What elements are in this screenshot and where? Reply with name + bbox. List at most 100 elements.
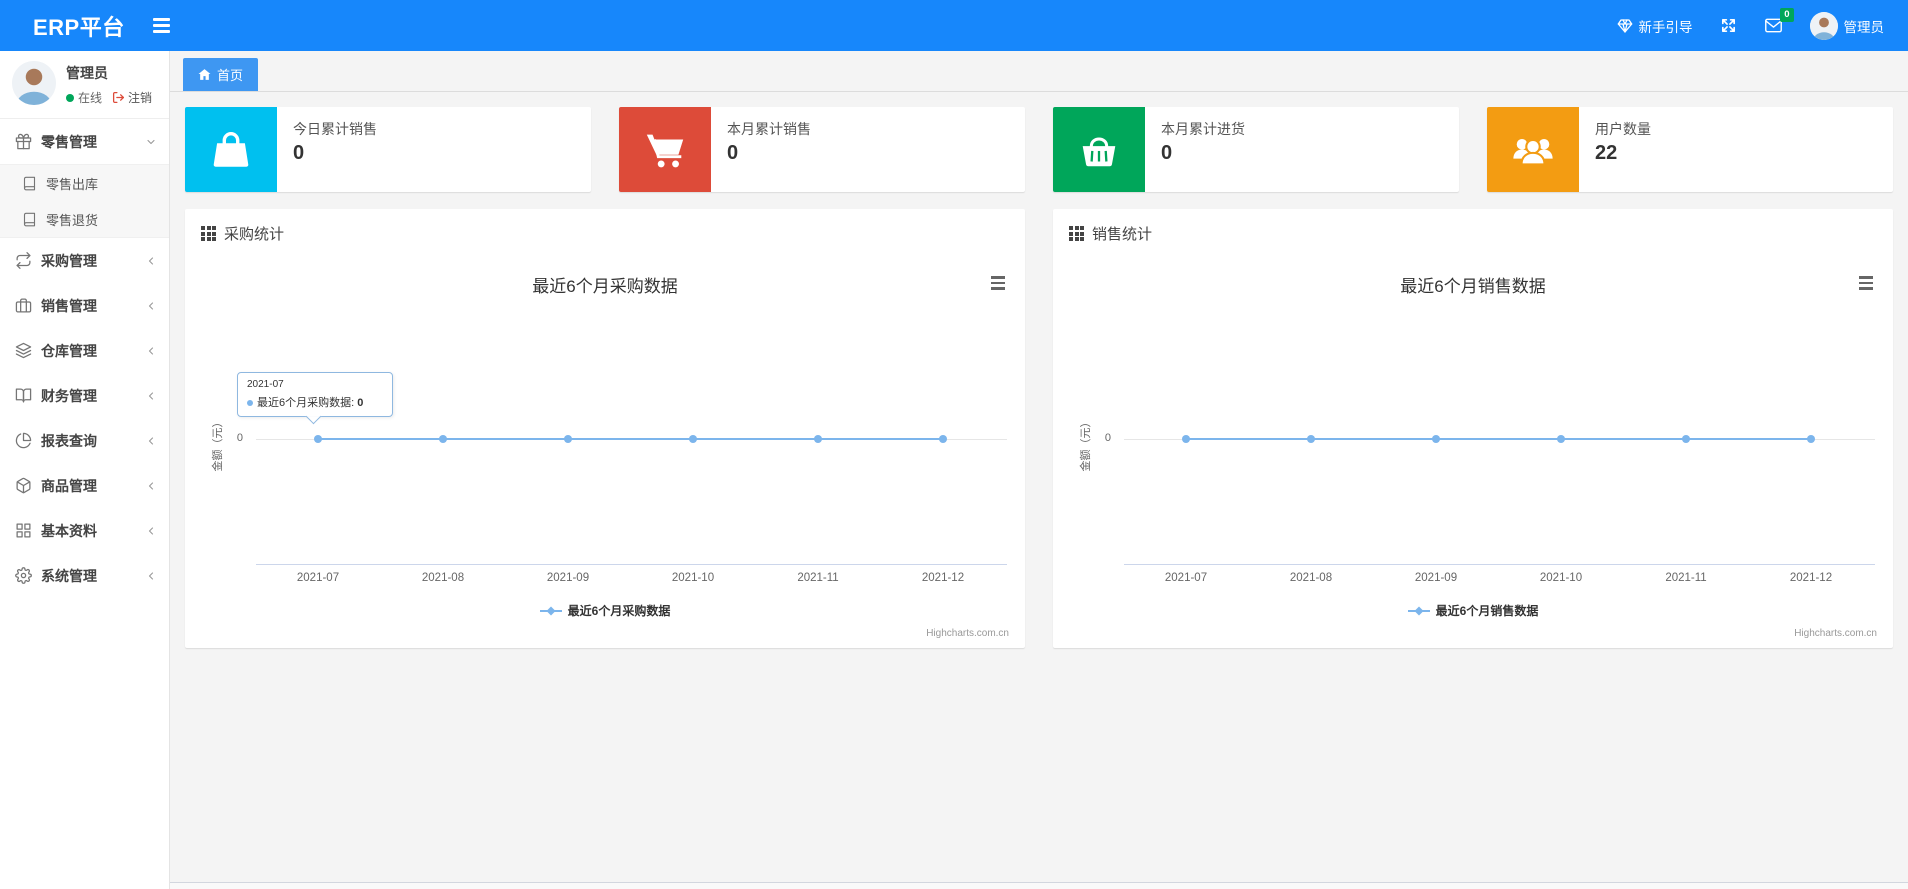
book-icon [23, 212, 36, 226]
top-navbar: ERP平台 新手引导 0 管理员 [0, 0, 1908, 51]
data-point[interactable] [314, 435, 322, 443]
sidebar-item-retail[interactable]: 零售管理 [0, 119, 169, 164]
panel-header: 销售统计 [1053, 209, 1893, 256]
legend-label: 最近6个月销售数据 [1435, 604, 1539, 618]
card-month-purchase[interactable]: 本月累计进货 0 [1053, 107, 1459, 192]
x-axis-label: 2021-12 [1789, 572, 1833, 584]
series-dot-icon [247, 400, 253, 406]
chevron-left-icon [148, 256, 154, 265]
chevron-left-icon [148, 391, 154, 400]
chevron-left-icon [148, 301, 154, 310]
data-point[interactable] [1432, 435, 1440, 443]
chart-credits: Highcharts.com.cn [1794, 628, 1877, 639]
data-point[interactable] [689, 435, 697, 443]
card-value: 22 [1595, 142, 1618, 164]
data-point[interactable] [1307, 435, 1315, 443]
logout-button[interactable]: 注销 [112, 89, 152, 106]
data-point[interactable] [1182, 435, 1190, 443]
chart-title: 最近6个月销售数据 [1400, 277, 1546, 296]
layers-icon [15, 342, 32, 359]
card-value: 0 [1161, 142, 1173, 164]
x-axis-line [1124, 564, 1875, 565]
x-axis-label: 2021-12 [921, 572, 965, 584]
username-label: 管理员 [1843, 19, 1885, 35]
expand-arrows-icon [1721, 18, 1735, 33]
online-status-dot [66, 93, 74, 102]
user-menu[interactable]: 管理员 [1809, 11, 1885, 40]
sidebar-item-basic-data[interactable]: 基本资料 [0, 508, 169, 553]
sidebar-toggle-icon[interactable] [147, 12, 176, 39]
y-axis-title: 金额（元） [1080, 416, 1092, 472]
card-value: 0 [727, 142, 739, 164]
data-point[interactable] [814, 435, 822, 443]
series-line [1186, 438, 1811, 440]
chart-context-menu-button[interactable] [1855, 272, 1877, 294]
sidebar-item-retail-outbound[interactable]: 零售出库 [0, 165, 169, 201]
sidebar-item-label: 零售出库 [46, 176, 99, 192]
data-point[interactable] [1807, 435, 1815, 443]
sidebar-item-purchase[interactable]: 采购管理 [0, 238, 169, 283]
x-axis-label: 2021-08 [1289, 572, 1333, 584]
sidebar-item-label: 报表查询 [41, 432, 97, 449]
tab-home[interactable]: 首页 [183, 58, 259, 91]
data-point[interactable] [1682, 435, 1690, 443]
fullscreen-button[interactable] [1720, 17, 1737, 34]
footer-divider [170, 882, 1908, 889]
x-axis-label: 2021-07 [296, 572, 340, 584]
y-axis-tick: 0 [236, 432, 243, 444]
th-grid-icon [201, 226, 216, 241]
users-icon [1487, 107, 1579, 192]
sidebar-item-label: 零售退货 [46, 212, 99, 228]
sidebar-item-label: 基本资料 [41, 522, 97, 539]
panel-title: 销售统计 [1092, 226, 1153, 243]
x-axis-label: 2021-11 [797, 572, 839, 584]
card-today-sales[interactable]: 今日累计销售 0 [185, 107, 591, 192]
sidebar-item-products[interactable]: 商品管理 [0, 463, 169, 508]
gear-icon [15, 567, 32, 584]
legend-marker-icon [1407, 606, 1430, 615]
chart-tooltip: 2021-07 最近6个月采购数据: 0 [237, 372, 393, 417]
data-point[interactable] [1557, 435, 1565, 443]
x-axis-label: 2021-07 [1164, 572, 1208, 584]
card-month-sales[interactable]: 本月累计销售 0 [619, 107, 1025, 192]
data-point[interactable] [439, 435, 447, 443]
legend-item[interactable]: 最近6个月销售数据 [1053, 602, 1893, 619]
sidebar-item-retail-return[interactable]: 零售退货 [0, 201, 169, 237]
x-axis-label: 2021-09 [546, 572, 590, 584]
sidebar-item-reports[interactable]: 报表查询 [0, 418, 169, 463]
sidebar-item-warehouse[interactable]: 仓库管理 [0, 328, 169, 373]
newbie-guide-label: 新手引导 [1638, 19, 1693, 35]
x-axis-line [256, 564, 1007, 565]
home-icon [198, 69, 211, 80]
messages-button[interactable]: 0 [1764, 8, 1794, 34]
purchase-chart: 最近6个月采购数据 金额（元） 0 2021-07 最近6个月采购数据: 0 最… [185, 256, 1025, 648]
chevron-left-icon [148, 481, 154, 490]
x-axis-label: 2021-09 [1414, 572, 1458, 584]
package-icon [16, 477, 31, 494]
stat-cards-row: 今日累计销售 0 本月累计销售 0 本月累计进货 0 用户数量 22 [185, 107, 1893, 192]
data-point[interactable] [939, 435, 947, 443]
chevron-left-icon [148, 346, 154, 355]
x-axis-label: 2021-10 [1539, 572, 1583, 584]
gem-icon [1617, 18, 1632, 33]
app-logo: ERP平台 [33, 14, 125, 40]
chart-context-menu-button[interactable] [987, 272, 1009, 294]
shopping-basket-icon [1053, 107, 1145, 192]
card-label: 今日累计销售 [293, 121, 377, 137]
sidebar-item-sales[interactable]: 销售管理 [0, 283, 169, 328]
ledger-icon [15, 388, 32, 403]
chevron-left-icon [148, 526, 154, 535]
book-icon [23, 176, 36, 190]
legend-item[interactable]: 最近6个月采购数据 [185, 602, 1025, 619]
data-point[interactable] [564, 435, 572, 443]
sidebar-item-finance[interactable]: 财务管理 [0, 373, 169, 418]
card-user-count[interactable]: 用户数量 22 [1487, 107, 1893, 192]
sidebar-item-system[interactable]: 系统管理 [0, 553, 169, 598]
newbie-guide-button[interactable]: 新手引导 [1617, 16, 1693, 36]
sidebar-user-panel: 管理员 在线 注销 [0, 51, 169, 119]
tooltip-value: 0 [357, 397, 364, 409]
card-value: 0 [293, 142, 305, 164]
sidebar-item-label: 系统管理 [41, 567, 97, 584]
x-axis-label: 2021-08 [421, 572, 465, 584]
sidebar-submenu-retail: 零售出库 零售退货 [0, 164, 169, 238]
